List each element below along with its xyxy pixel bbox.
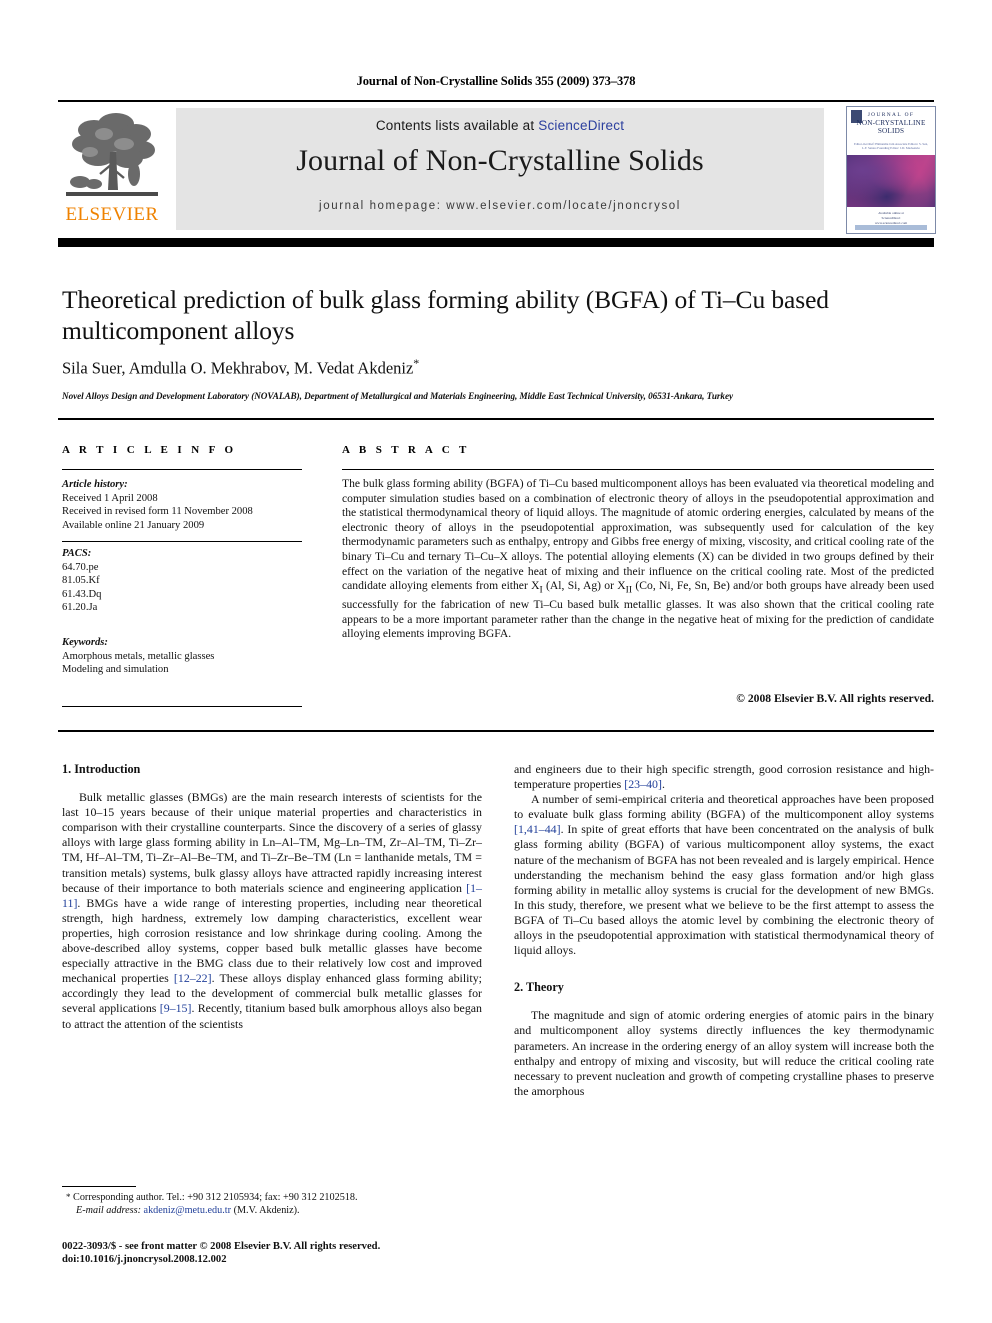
elsevier-logo: ELSEVIER bbox=[58, 108, 166, 232]
pacs-code: 81.05.Kf bbox=[62, 575, 100, 587]
email-label: E-mail address: bbox=[76, 1205, 141, 1216]
sciencedirect-link[interactable]: ScienceDirect bbox=[538, 118, 624, 133]
journal-homepage-link[interactable]: journal homepage: www.elsevier.com/locat… bbox=[176, 200, 824, 212]
paragraph-continued: and engineers due to their high specific… bbox=[514, 762, 934, 792]
author-names: Sila Suer, Amdulla O. Mekhrabov, M. Veda… bbox=[62, 358, 414, 378]
cover-title: JOURNAL OF NON-CRYSTALLINE SOLIDS bbox=[847, 111, 935, 135]
paragraph: A number of semi-empirical criteria and … bbox=[514, 792, 934, 958]
paragraph: Bulk metallic glasses (BMGs) are the mai… bbox=[62, 790, 482, 1031]
keyword-item: Amorphous metals, metallic glasses bbox=[62, 650, 215, 662]
article-history-block: Article history: Received 1 April 2008 R… bbox=[62, 478, 312, 532]
journal-title: Journal of Non-Crystalline Solids bbox=[296, 144, 704, 177]
body-column-left: 1. Introduction Bulk metallic glasses (B… bbox=[62, 762, 482, 1032]
journal-cover-thumbnail: JOURNAL OF NON-CRYSTALLINE SOLIDS Editor… bbox=[846, 106, 936, 234]
running-head: Journal of Non-Crystalline Solids 355 (2… bbox=[356, 74, 636, 88]
article-info-rule bbox=[62, 469, 302, 471]
copyright-line: © 2008 Elsevier B.V. All rights reserved… bbox=[736, 692, 934, 705]
article-history-label: Article history: bbox=[62, 479, 128, 490]
article-history-item: Received in revised form 11 November 200… bbox=[62, 506, 253, 518]
keywords-label: Keywords: bbox=[62, 637, 108, 648]
page-title: Theoretical prediction of bulk glass for… bbox=[62, 285, 829, 345]
cover-subtitle: Editor-in-Chief: Himanshu Jain Associate… bbox=[854, 142, 928, 151]
article-info-rule-3 bbox=[62, 706, 302, 708]
pacs-code: 61.43.Dq bbox=[62, 588, 102, 600]
footnote-rule bbox=[62, 1186, 136, 1188]
pacs-code: 64.70.pe bbox=[62, 561, 99, 573]
masthead-bottom-bar bbox=[58, 238, 934, 247]
elsevier-tree-icon bbox=[64, 108, 160, 202]
keywords-block: Keywords: Amorphous metals, metallic gla… bbox=[62, 636, 312, 677]
section-heading-theory: 2. Theory bbox=[514, 980, 564, 995]
citation-ref[interactable]: [1–11] bbox=[62, 881, 482, 910]
contents-available-line: Contents lists available at ScienceDirec… bbox=[176, 118, 824, 133]
journal-masthead: ELSEVIER Contents lists available at Sci… bbox=[58, 104, 936, 234]
footnote-block: * Corresponding author. Tel.: +90 312 21… bbox=[62, 1191, 482, 1217]
cover-title-line2: NON-CRYSTALLINE SOLIDS bbox=[856, 119, 926, 135]
affiliation: Novel Alloys Design and Development Labo… bbox=[62, 391, 734, 401]
pacs-block: PACS: 64.70.pe 81.05.Kf 61.43.Dq 61.20.J… bbox=[62, 547, 312, 615]
article-info-heading: A R T I C L E I N F O bbox=[62, 444, 237, 456]
imprint-block: 0022-3093/$ - see front matter © 2008 El… bbox=[62, 1240, 522, 1267]
citation-ref[interactable]: [9–15] bbox=[160, 1001, 192, 1015]
abstract-bottom-rule bbox=[58, 730, 934, 732]
footnote-marker: * bbox=[66, 1192, 71, 1202]
info-abstract-top-rule bbox=[58, 418, 934, 420]
cover-footer-text: Available online at ScienceDirect www.scie… bbox=[874, 211, 908, 225]
elsevier-wordmark: ELSEVIER bbox=[65, 204, 159, 225]
cover-title-line1: JOURNAL OF bbox=[867, 112, 915, 118]
section-heading-introduction: 1. Introduction bbox=[62, 762, 141, 776]
abstract-heading: A B S T R A C T bbox=[342, 444, 470, 456]
author-list: Sila Suer, Amdulla O. Mekhrabov, M. Veda… bbox=[62, 356, 922, 379]
email-link[interactable]: akdeniz@metu.edu.tr bbox=[144, 1205, 231, 1216]
journal-band: Contents lists available at ScienceDirec… bbox=[176, 108, 824, 230]
doi-line: doi:10.1016/j.jnoncrysol.2008.12.002 bbox=[62, 1254, 227, 1266]
cover-inner: JOURNAL OF NON-CRYSTALLINE SOLIDS Editor… bbox=[847, 107, 935, 233]
abstract-text: The bulk glass forming ability (BGFA) of… bbox=[342, 477, 934, 641]
header-rule bbox=[58, 100, 934, 102]
issn-line: 0022-3093/$ - see front matter © 2008 El… bbox=[62, 1241, 381, 1252]
citation-ref[interactable]: [23–40] bbox=[624, 777, 662, 791]
pacs-label: PACS: bbox=[62, 548, 92, 559]
article-page: Journal of Non-Crystalline Solids 355 (2… bbox=[0, 0, 992, 1323]
citation-ref[interactable]: [1,41–44] bbox=[514, 822, 561, 836]
pacs-code: 61.20.Ja bbox=[62, 602, 98, 614]
citation-ref[interactable]: [12–22] bbox=[174, 971, 212, 985]
email-owner: (M.V. Akdeniz). bbox=[233, 1205, 300, 1216]
article-info-rule-2 bbox=[62, 541, 302, 543]
corresponding-author-marker: * bbox=[413, 356, 420, 370]
corresponding-author-note: Corresponding author. Tel.: +90 312 2105… bbox=[73, 1192, 358, 1203]
article-history-item: Received 1 April 2008 bbox=[62, 492, 158, 504]
keyword-item: Modeling and simulation bbox=[62, 664, 169, 676]
abstract-rule bbox=[342, 469, 934, 471]
body-column-right: and engineers due to their high specific… bbox=[514, 762, 934, 1099]
cover-bottom-bar bbox=[855, 225, 927, 230]
contents-prefix: Contents lists available at bbox=[375, 118, 539, 133]
cover-microscopy-image bbox=[847, 155, 935, 207]
article-history-item: Available online 21 January 2009 bbox=[62, 519, 205, 531]
paragraph: The magnitude and sign of atomic orderin… bbox=[514, 1008, 934, 1098]
